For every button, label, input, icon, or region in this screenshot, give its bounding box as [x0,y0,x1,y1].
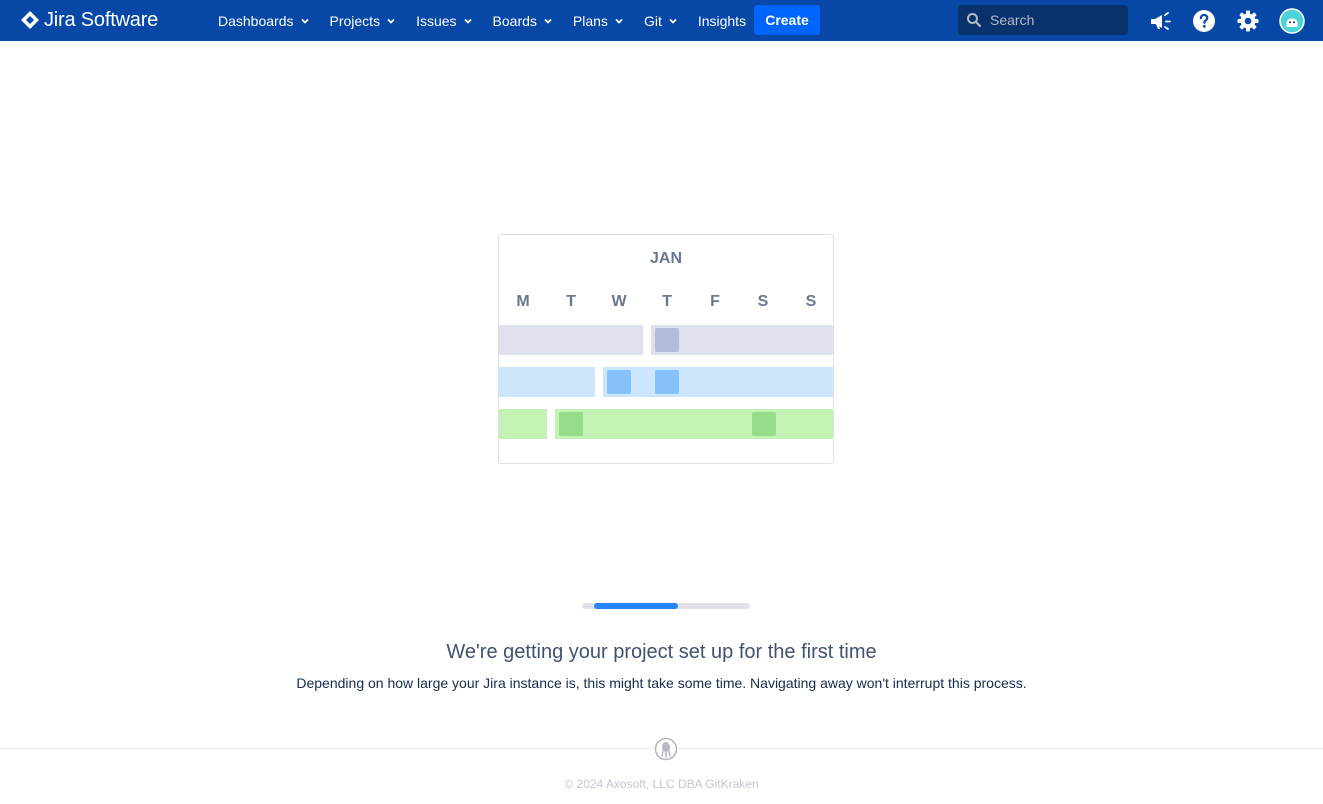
chevron-down-icon [300,18,309,24]
chevron-down-icon [615,18,623,24]
avatar[interactable] [1279,8,1305,34]
notifications-button[interactable] [1147,8,1173,34]
setup-title: We're getting your project set up for th… [446,641,877,663]
footer-logo [654,737,678,761]
timeline-bar [499,409,547,439]
timeline-bar [499,367,595,397]
nav-item-plans[interactable]: Plans [563,5,634,37]
chevron-down-icon [387,18,395,24]
timeline-block [655,370,679,394]
weekday-label: W [611,293,627,310]
calendar-illustration: JAN M T W T F S S [498,234,834,464]
chevron-down-icon [544,18,552,24]
chevron-down-icon [669,18,677,24]
nav-item-label: Plans [572,12,608,29]
chevron-down-icon [463,18,472,24]
settings-button[interactable] [1235,8,1261,34]
setup-subtitle: Depending on how large your Jira instanc… [296,675,1027,691]
timeline-bar [555,409,833,439]
help-icon [1193,10,1215,32]
timeline-bar [499,325,643,355]
nav-item-label: Issues [416,12,457,29]
megaphone-icon [1151,12,1171,30]
nav-item-label: Projects [329,12,381,29]
timeline-block [559,412,583,436]
help-button[interactable] [1191,8,1217,34]
nav-item-boards[interactable]: Boards [483,5,563,37]
weekday-label: S [757,293,769,310]
nav-item-label: Boards [492,12,537,29]
calendar-month: JAN [649,250,682,267]
jira-diamond-icon [21,11,39,29]
weekday-label: M [516,293,530,310]
timeline-block [607,370,631,394]
weekday-label: T [662,293,672,310]
footer-copyright: © 2024 Axosoft, LLC DBA GitKraken [564,777,759,791]
create-button[interactable]: Create [754,5,820,35]
search-box[interactable] [958,5,1128,35]
timeline-block [655,328,679,352]
timeline-block [752,412,776,436]
jira-logo[interactable]: Jira Software [20,9,158,31]
nav-item-label: Insights [697,12,747,29]
setup-progress-bar [582,603,750,609]
nav-item-projects[interactable]: Projects [320,5,407,37]
nav-item-dashboards[interactable]: Dashboards [208,5,320,37]
nav-item-label: Git [643,12,662,29]
search-input[interactable] [990,12,1120,28]
top-navigation: Jira Software Dashboards Projects Issues… [0,0,1323,41]
nav-item-issues[interactable]: Issues [406,5,482,37]
weekday-label: F [710,293,720,310]
timeline-bar [603,367,833,397]
avatar-icon [1279,8,1305,34]
search-icon [967,13,982,28]
main-nav: Dashboards Projects Issues Boards Plans … [208,0,756,41]
app-name: Jira Software [44,8,159,31]
nav-item-insights[interactable]: Insights [688,5,756,37]
setup-progress-fill [594,603,678,609]
settings-icon [1237,10,1259,32]
nav-item-label: Dashboards [218,12,294,29]
weekday-label: S [805,293,817,310]
calendar-weekdays: M T W T F S S [499,293,833,313]
weekday-label: T [566,293,576,310]
gitkraken-icon [654,737,678,761]
nav-item-git[interactable]: Git [634,5,688,37]
